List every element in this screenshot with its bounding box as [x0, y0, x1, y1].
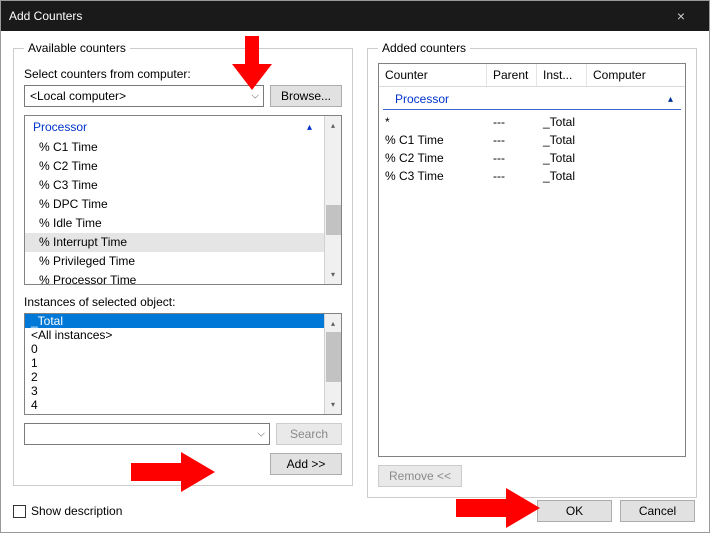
added-row[interactable]: % C2 Time---_Total: [379, 149, 685, 167]
added-listview[interactable]: Counter Parent Inst... Computer Processo…: [378, 63, 686, 457]
cell-parent: ---: [487, 131, 537, 149]
select-computer-label: Select counters from computer:: [24, 67, 342, 81]
added-row[interactable]: % C1 Time---_Total: [379, 131, 685, 149]
added-legend: Added counters: [378, 41, 470, 55]
instance-listbox[interactable]: _Total<All instances>012345 ▴ ▾: [24, 313, 342, 415]
window-title: Add Counters: [9, 9, 661, 23]
column-computer[interactable]: Computer: [587, 64, 685, 86]
instance-item[interactable]: _Total: [25, 314, 324, 328]
chevron-down-icon: ⌵: [257, 429, 265, 440]
cell-counter: *: [379, 113, 487, 131]
counter-scrollbar[interactable]: ▴ ▾: [324, 116, 341, 284]
counter-item[interactable]: % C3 Time: [25, 176, 324, 195]
dialog-body: Available counters Select counters from …: [1, 31, 709, 504]
column-parent[interactable]: Parent: [487, 64, 537, 86]
counter-listbox[interactable]: Processor▴% C1 Time% C2 Time% C3 Time% D…: [24, 115, 342, 285]
column-counter[interactable]: Counter: [379, 64, 487, 86]
instance-item[interactable]: 2: [25, 370, 324, 384]
scroll-down-icon[interactable]: ▾: [326, 397, 341, 412]
cell-parent: ---: [487, 149, 537, 167]
show-description-label: Show description: [31, 504, 122, 518]
cell-computer: [587, 131, 685, 149]
remove-button[interactable]: Remove <<: [378, 465, 462, 487]
instance-item[interactable]: 4: [25, 398, 324, 412]
available-legend: Available counters: [24, 41, 130, 55]
counter-item[interactable]: % Privileged Time: [25, 252, 324, 271]
instance-item[interactable]: 5: [25, 412, 324, 414]
instances-label: Instances of selected object:: [24, 295, 342, 309]
counter-group-header[interactable]: Processor ▴: [25, 116, 324, 138]
close-icon[interactable]: ×: [661, 1, 701, 31]
add-button[interactable]: Add >>: [270, 453, 342, 475]
counter-item[interactable]: % Idle Time: [25, 214, 324, 233]
title-bar: Add Counters ×: [1, 1, 709, 31]
computer-combo[interactable]: <Local computer> ⌵: [24, 85, 264, 107]
cell-parent: ---: [487, 167, 537, 185]
counter-item[interactable]: % Processor Time: [25, 271, 324, 284]
cell-counter: % C2 Time: [379, 149, 487, 167]
counter-group-name: Processor: [33, 120, 87, 134]
search-button[interactable]: Search: [276, 423, 342, 445]
added-row[interactable]: % C3 Time---_Total: [379, 167, 685, 185]
computer-combo-value: <Local computer>: [30, 89, 126, 103]
left-column: Available counters Select counters from …: [13, 41, 353, 498]
chevron-up-icon[interactable]: ▴: [307, 122, 312, 133]
counter-item[interactable]: % DPC Time: [25, 195, 324, 214]
cell-computer: [587, 113, 685, 131]
ok-button[interactable]: OK: [537, 500, 612, 522]
chevron-up-icon[interactable]: ▴: [668, 94, 673, 105]
show-description-checkbox[interactable]: Show description: [13, 504, 122, 518]
cell-counter: % C1 Time: [379, 131, 487, 149]
instance-scrollbar[interactable]: ▴ ▾: [324, 314, 341, 414]
added-columns-header[interactable]: Counter Parent Inst... Computer: [379, 64, 685, 87]
cancel-button[interactable]: Cancel: [620, 500, 695, 522]
scroll-thumb[interactable]: [326, 332, 341, 382]
scroll-up-icon[interactable]: ▴: [326, 316, 341, 331]
column-instance[interactable]: Inst...: [537, 64, 587, 86]
cell-computer: [587, 167, 685, 185]
added-counters-group: Added counters Counter Parent Inst... Co…: [367, 41, 697, 498]
scroll-thumb[interactable]: [326, 205, 341, 235]
checkbox-icon[interactable]: [13, 505, 26, 518]
added-group-header[interactable]: Processor ▴: [383, 87, 681, 110]
instance-item[interactable]: 3: [25, 384, 324, 398]
instance-item[interactable]: 1: [25, 356, 324, 370]
counter-item[interactable]: % C2 Time: [25, 157, 324, 176]
scroll-down-icon[interactable]: ▾: [326, 267, 341, 282]
added-group-name: Processor: [395, 92, 449, 106]
cell-computer: [587, 149, 685, 167]
added-row[interactable]: *---_Total: [379, 113, 685, 131]
chevron-down-icon: ⌵: [251, 91, 259, 102]
cell-instance: _Total: [537, 113, 587, 131]
browse-button[interactable]: Browse...: [270, 85, 342, 107]
scroll-up-icon[interactable]: ▴: [326, 118, 341, 133]
cell-counter: % C3 Time: [379, 167, 487, 185]
counter-item[interactable]: % C1 Time: [25, 138, 324, 157]
cell-parent: ---: [487, 113, 537, 131]
counter-item[interactable]: % Interrupt Time: [25, 233, 324, 252]
instance-search-combo[interactable]: ⌵: [24, 423, 270, 445]
cell-instance: _Total: [537, 149, 587, 167]
available-counters-group: Available counters Select counters from …: [13, 41, 353, 486]
instance-item[interactable]: 0: [25, 342, 324, 356]
dialog-footer: Show description OK Cancel: [13, 500, 695, 522]
right-column: Added counters Counter Parent Inst... Co…: [367, 41, 697, 498]
instance-item[interactable]: <All instances>: [25, 328, 324, 342]
cell-instance: _Total: [537, 167, 587, 185]
cell-instance: _Total: [537, 131, 587, 149]
